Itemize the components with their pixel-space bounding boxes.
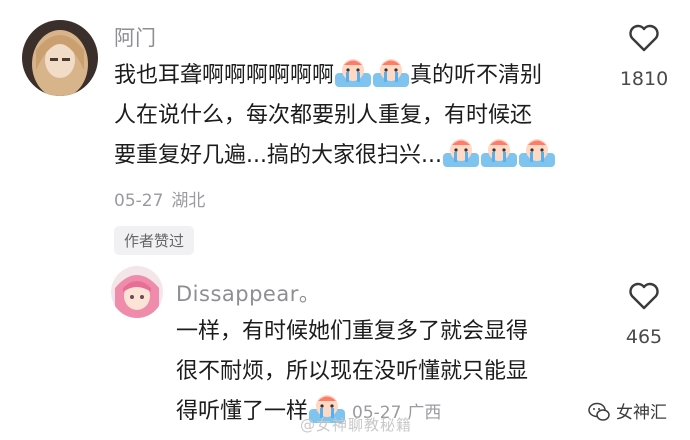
- avatar[interactable]: [22, 20, 98, 96]
- comment-username[interactable]: Dissappear。: [176, 278, 320, 308]
- comment-text-segment: 我也耳聋啊啊啊啊啊啊: [114, 63, 335, 88]
- comment-text-segment: 真的听不清别: [410, 63, 543, 88]
- comment-username[interactable]: 阿门: [114, 22, 156, 52]
- comment-date: 05-27: [114, 191, 164, 211]
- crying-face-emoji-icon: [480, 137, 518, 169]
- like-count: 1810: [619, 68, 669, 90]
- comment-location: 广西: [407, 403, 442, 423]
- comment-text-line: 很不耐烦，所以现在没听懂就只能显: [176, 359, 529, 384]
- comment-text-line: 人在说什么，每次都要别人重复，有时候还: [114, 103, 533, 128]
- avatar[interactable]: [111, 266, 163, 318]
- crying-face-emoji-icon: [372, 57, 410, 89]
- crying-face-emoji-icon: [518, 137, 556, 169]
- comment-location: 湖北: [171, 191, 206, 211]
- comment-text-segment: 得听懂了一样: [176, 399, 309, 424]
- like-button[interactable]: 1810: [614, 24, 674, 90]
- wechat-logo-icon: [588, 402, 610, 427]
- author-liked-badge: 作者赞过: [114, 226, 195, 255]
- heart-outline-icon[interactable]: [628, 24, 660, 52]
- watermark-text: @女神聊教秘籍: [300, 416, 413, 434]
- crying-face-emoji-icon: [334, 57, 372, 89]
- crying-face-emoji-icon: [442, 137, 480, 169]
- watermark-brand: 女神汇: [588, 398, 667, 427]
- heart-outline-icon[interactable]: [628, 282, 660, 310]
- like-button[interactable]: 465: [614, 282, 674, 348]
- comment-text-line: 一样，有时候她们重复多了就会显得: [176, 319, 529, 344]
- comment-text: 我也耳聋啊啊啊啊啊啊 真的听不清别 人在说什么，每次都要别人重复，有时候还 要重复…: [114, 56, 556, 176]
- comment-text-segment: 要重复好几遍...搞的大家很扫兴...: [114, 143, 442, 168]
- watermark-brand-label: 女神汇: [616, 403, 667, 423]
- comment-meta: 05-27 湖北: [114, 186, 205, 211]
- like-count: 465: [625, 326, 663, 348]
